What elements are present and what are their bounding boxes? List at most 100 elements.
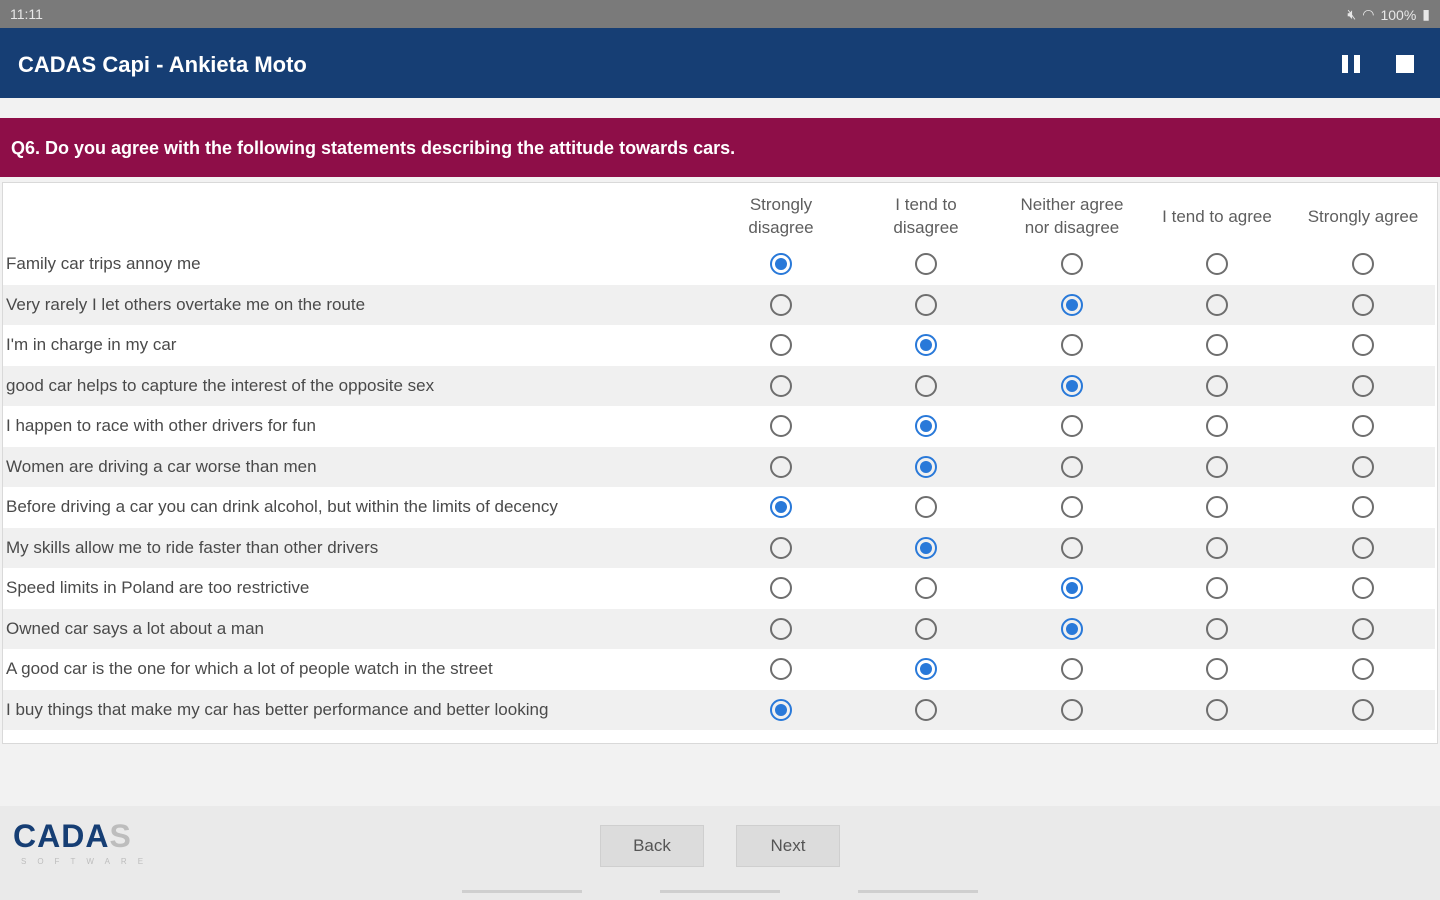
radio-button[interactable] — [1352, 334, 1374, 356]
status-bar: 11:11 🔇︎ ◠ 100% ▮ — [0, 0, 1440, 28]
radio-button[interactable] — [770, 374, 792, 397]
table-row: A good car is the one for which a lot of… — [3, 649, 1435, 689]
radio-button[interactable] — [1061, 658, 1083, 680]
column-header-line: I tend to agree — [1162, 207, 1272, 226]
logo-last: S — [109, 818, 132, 854]
radio-button[interactable] — [770, 617, 792, 640]
radio-button[interactable] — [915, 658, 937, 680]
table-row: Women are driving a car worse than men — [3, 446, 1435, 487]
radio-button[interactable] — [1206, 293, 1228, 316]
nav-bar-home[interactable] — [660, 890, 780, 893]
column-header-line: Strongly agree — [1307, 207, 1419, 226]
radio-button[interactable] — [1206, 577, 1228, 599]
table-row: good car helps to capture the interest o… — [3, 365, 1435, 406]
table-row: Family car trips annoy me — [3, 244, 1435, 284]
table-row: My skills allow me to ride faster than o… — [3, 527, 1435, 568]
radio-button[interactable] — [1352, 415, 1374, 437]
radio-button[interactable] — [1061, 334, 1083, 356]
radio-button[interactable] — [915, 496, 937, 518]
column-header: Strongly agree — [1293, 205, 1433, 228]
statement-label: Women are driving a car worse than men — [6, 456, 317, 476]
column-header-line: disagree — [748, 218, 814, 237]
radio-button[interactable] — [1206, 536, 1228, 559]
radio-button[interactable] — [1206, 374, 1228, 397]
radio-button[interactable] — [1206, 617, 1228, 640]
radio-button[interactable] — [770, 253, 792, 275]
radio-button[interactable] — [1206, 334, 1228, 356]
column-header-line: Strongly — [749, 195, 813, 214]
wifi-icon: ◠ — [1362, 6, 1375, 22]
radio-button[interactable] — [915, 334, 937, 356]
radio-button[interactable] — [1352, 658, 1374, 680]
radio-button[interactable] — [1061, 374, 1083, 397]
radio-button[interactable] — [770, 496, 792, 518]
radio-button[interactable] — [1061, 496, 1083, 518]
radio-button[interactable] — [1061, 617, 1083, 640]
status-time: 11:11 — [10, 6, 43, 22]
radio-button[interactable] — [915, 415, 937, 437]
radio-button[interactable] — [1206, 496, 1228, 518]
radio-button[interactable] — [1061, 698, 1083, 721]
radio-button[interactable] — [1352, 496, 1374, 518]
radio-button[interactable] — [1352, 374, 1374, 397]
radio-button[interactable] — [770, 577, 792, 599]
column-header-line: I tend to — [895, 195, 957, 214]
radio-button[interactable] — [915, 698, 937, 721]
radio-button[interactable] — [770, 293, 792, 316]
radio-button[interactable] — [915, 617, 937, 640]
radio-button[interactable] — [1352, 455, 1374, 478]
radio-button[interactable] — [1206, 698, 1228, 721]
radio-button[interactable] — [915, 577, 937, 599]
radio-button[interactable] — [1206, 455, 1228, 478]
back-button[interactable]: Back — [600, 825, 704, 867]
statement-label: Family car trips annoy me — [6, 254, 201, 273]
radio-button[interactable] — [1352, 536, 1374, 559]
radio-button[interactable] — [1206, 415, 1228, 437]
radio-button[interactable] — [1061, 253, 1083, 275]
radio-button[interactable] — [770, 455, 792, 478]
footer: CADAS SOFTWARE Back Next — [0, 806, 1440, 900]
radio-button[interactable] — [770, 536, 792, 559]
statement-label: Owned car says a lot about a man — [6, 618, 264, 638]
radio-button[interactable] — [915, 455, 937, 478]
column-header: Strongly disagree — [711, 193, 851, 239]
radio-button[interactable] — [1061, 415, 1083, 437]
radio-button[interactable] — [1061, 455, 1083, 478]
table-row: Before driving a car you can drink alcoh… — [3, 487, 1435, 527]
nav-bar-back[interactable] — [462, 890, 582, 893]
radio-button[interactable] — [1206, 253, 1228, 275]
next-button[interactable]: Next — [736, 825, 840, 867]
radio-button[interactable] — [1352, 617, 1374, 640]
radio-button[interactable] — [915, 293, 937, 316]
radio-button[interactable] — [770, 334, 792, 356]
radio-button[interactable] — [1352, 293, 1374, 316]
cadas-logo: CADAS SOFTWARE — [13, 818, 154, 866]
nav-bar-recents[interactable] — [858, 890, 978, 893]
radio-button[interactable] — [915, 536, 937, 559]
statement-label: I buy things that make my car has better… — [6, 699, 549, 719]
radio-button[interactable] — [1352, 577, 1374, 599]
statement-label: I happen to race with other drivers for … — [6, 416, 316, 435]
stop-icon[interactable] — [1396, 55, 1414, 73]
radio-button[interactable] — [1061, 536, 1083, 559]
radio-button[interactable] — [770, 698, 792, 721]
radio-button[interactable] — [915, 374, 937, 397]
column-header-line: nor disagree — [1024, 218, 1120, 237]
radio-button[interactable] — [1352, 253, 1374, 275]
radio-button[interactable] — [1061, 577, 1083, 599]
radio-button[interactable] — [770, 415, 792, 437]
logo-main: CADA — [13, 818, 110, 854]
radio-button[interactable] — [915, 253, 937, 275]
statement-label: I'm in charge in my car — [6, 335, 177, 354]
table-row: Speed limits in Poland are too restricti… — [3, 568, 1435, 608]
radio-button[interactable] — [770, 658, 792, 680]
radio-button[interactable] — [1206, 658, 1228, 680]
question-text: Q6. Do you agree with the following stat… — [0, 118, 1440, 177]
status-icons: 🔇︎ ◠ 100% ▮ — [1347, 6, 1430, 23]
column-header: Neither agree nor disagree — [1002, 193, 1142, 239]
pause-icon[interactable] — [1342, 55, 1360, 73]
radio-button[interactable] — [1061, 293, 1083, 316]
statement-label: A good car is the one for which a lot of… — [6, 659, 493, 678]
radio-button[interactable] — [1352, 698, 1374, 721]
grid-header: Strongly disagree I tend to disagree Neither… — [3, 191, 1437, 251]
